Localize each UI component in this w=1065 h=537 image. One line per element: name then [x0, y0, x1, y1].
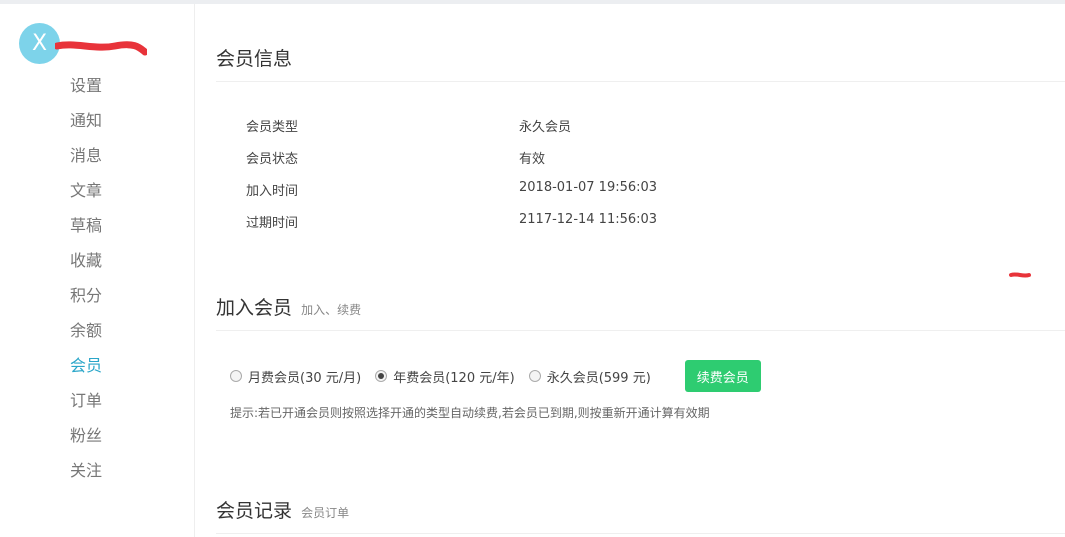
- sidebar-item-membership[interactable]: 会员: [70, 354, 102, 389]
- redaction-mark: [1009, 272, 1031, 278]
- plan-label: 年费会员(120 元/年): [393, 370, 515, 386]
- sidebar-item-orders[interactable]: 订单: [70, 389, 102, 424]
- plan-label: 月费会员(30 元/月): [248, 370, 362, 386]
- plan-options: 月费会员(30 元/月) 年费会员(120 元/年) 永久会员(599 元) 续…: [230, 360, 761, 392]
- info-key: 加入时间: [246, 184, 299, 199]
- member-info-header: 会员信息: [216, 44, 1065, 82]
- records-title: 会员记录: [216, 500, 293, 522]
- sidebar-item-favorites[interactable]: 收藏: [70, 249, 102, 284]
- renew-membership-button[interactable]: 续费会员: [684, 360, 761, 392]
- info-key: 会员类型: [246, 120, 299, 135]
- radio-icon[interactable]: [230, 370, 242, 382]
- plan-label: 永久会员(599 元): [546, 370, 651, 386]
- info-value: 有效: [519, 152, 546, 167]
- join-subtitle: 加入、续费: [301, 303, 362, 317]
- plan-option-yearly[interactable]: 年费会员(120 元/年): [375, 367, 515, 386]
- avatar[interactable]: X: [19, 23, 60, 64]
- info-key: 过期时间: [246, 216, 299, 231]
- sidebar-item-following[interactable]: 关注: [70, 459, 102, 494]
- join-header: 加入会员 加入、续费: [216, 293, 1065, 331]
- records-header: 会员记录 会员订单: [216, 496, 1065, 534]
- sidebar-item-drafts[interactable]: 草稿: [70, 214, 102, 249]
- info-value: 2018-01-07 19:56:03: [519, 180, 658, 195]
- sidebar-item-fans[interactable]: 粉丝: [70, 424, 102, 459]
- join-title: 加入会员: [216, 297, 293, 319]
- sidebar-item-settings[interactable]: 设置: [70, 74, 102, 109]
- radio-icon[interactable]: [375, 370, 388, 382]
- sidebar-item-notifications[interactable]: 通知: [70, 109, 102, 144]
- records-subtitle: 会员订单: [301, 506, 350, 520]
- info-value: 永久会员: [519, 120, 572, 135]
- plan-option-permanent[interactable]: 永久会员(599 元): [528, 367, 651, 386]
- plan-option-monthly[interactable]: 月费会员(30 元/月): [230, 367, 361, 386]
- info-value: 2117-12-14 11:56:03: [519, 212, 658, 227]
- sidebar-item-points[interactable]: 积分: [70, 284, 102, 319]
- info-key: 会员状态: [246, 152, 299, 167]
- member-info-title: 会员信息: [216, 48, 293, 70]
- radio-icon[interactable]: [528, 370, 541, 382]
- username-redaction-mark: [55, 41, 147, 56]
- renewal-tip: 提示:若已开通会员则按照选择开通的类型自动续费,若会员已到期,则按重新开通计算有…: [230, 406, 710, 420]
- sidebar-item-balance[interactable]: 余额: [70, 319, 102, 354]
- sidebar-item-articles[interactable]: 文章: [70, 179, 102, 214]
- sidebar: X 设置 通知 消息 文章 草稿 收藏 积分 余额 会员 订单 粉丝 关注: [0, 4, 195, 537]
- sidebar-nav: 设置 通知 消息 文章 草稿 收藏 积分 余额 会员 订单 粉丝 关注: [70, 74, 102, 494]
- sidebar-item-messages[interactable]: 消息: [70, 144, 102, 179]
